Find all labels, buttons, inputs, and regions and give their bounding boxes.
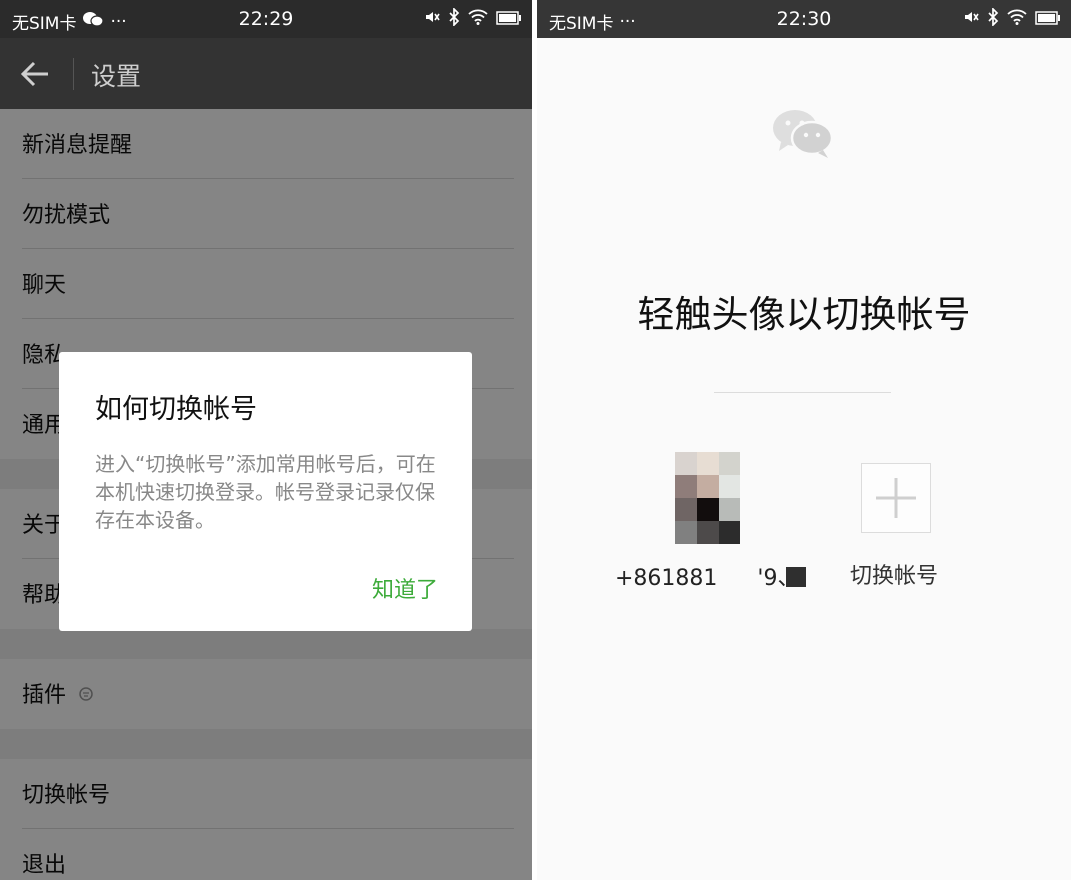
mute-icon — [424, 9, 440, 30]
account-phone: +861881'9、 — [615, 560, 799, 592]
add-account-label: 切换帐号 — [850, 564, 939, 589]
divider-line — [714, 392, 891, 393]
settings-screen: 无SIM卡 ··· 22:29 设置 新消息提醒 勿扰模式 聊天 隐私 通用 关… — [0, 0, 532, 880]
title-separator — [73, 58, 74, 90]
switch-account-screen: 无SIM卡 ··· 22:30 轻触头像以切换帐号 +861881 '9、 切换… — [537, 0, 1071, 880]
mute-icon — [963, 9, 979, 30]
status-bar: 无SIM卡 ··· 22:29 — [0, 0, 532, 38]
account-phone-start: +861881 — [615, 566, 718, 591]
switch-account-headline: 轻触头像以切换帐号 — [637, 293, 971, 336]
battery-icon — [1035, 10, 1061, 30]
dialog-body: 进入“切换帐号”添加常用帐号后，可在本机快速切换登录。帐号登录记录仅保存在本设备… — [95, 452, 436, 532]
bluetooth-icon — [987, 6, 999, 31]
back-arrow-icon[interactable] — [20, 60, 50, 92]
add-account-button[interactable] — [861, 463, 931, 533]
dialog-title: 如何切换帐号 — [95, 394, 257, 425]
phone-redaction — [786, 567, 806, 587]
bluetooth-icon — [448, 6, 460, 31]
wifi-icon — [468, 9, 488, 30]
avatar[interactable] — [675, 452, 740, 544]
plus-icon — [862, 478, 930, 536]
status-bar: 无SIM卡 ··· 22:30 — [537, 0, 1071, 38]
dialog-confirm-button[interactable]: 知道了 — [372, 572, 438, 604]
title-bar: 设置 — [0, 38, 532, 109]
wifi-icon — [1007, 9, 1027, 30]
switch-account-dialog: 如何切换帐号 进入“切换帐号”添加常用帐号后，可在本机快速切换登录。帐号登录记录… — [59, 352, 472, 631]
wechat-logo-icon — [771, 106, 835, 164]
battery-icon — [496, 10, 522, 30]
page-title: 设置 — [91, 62, 142, 91]
